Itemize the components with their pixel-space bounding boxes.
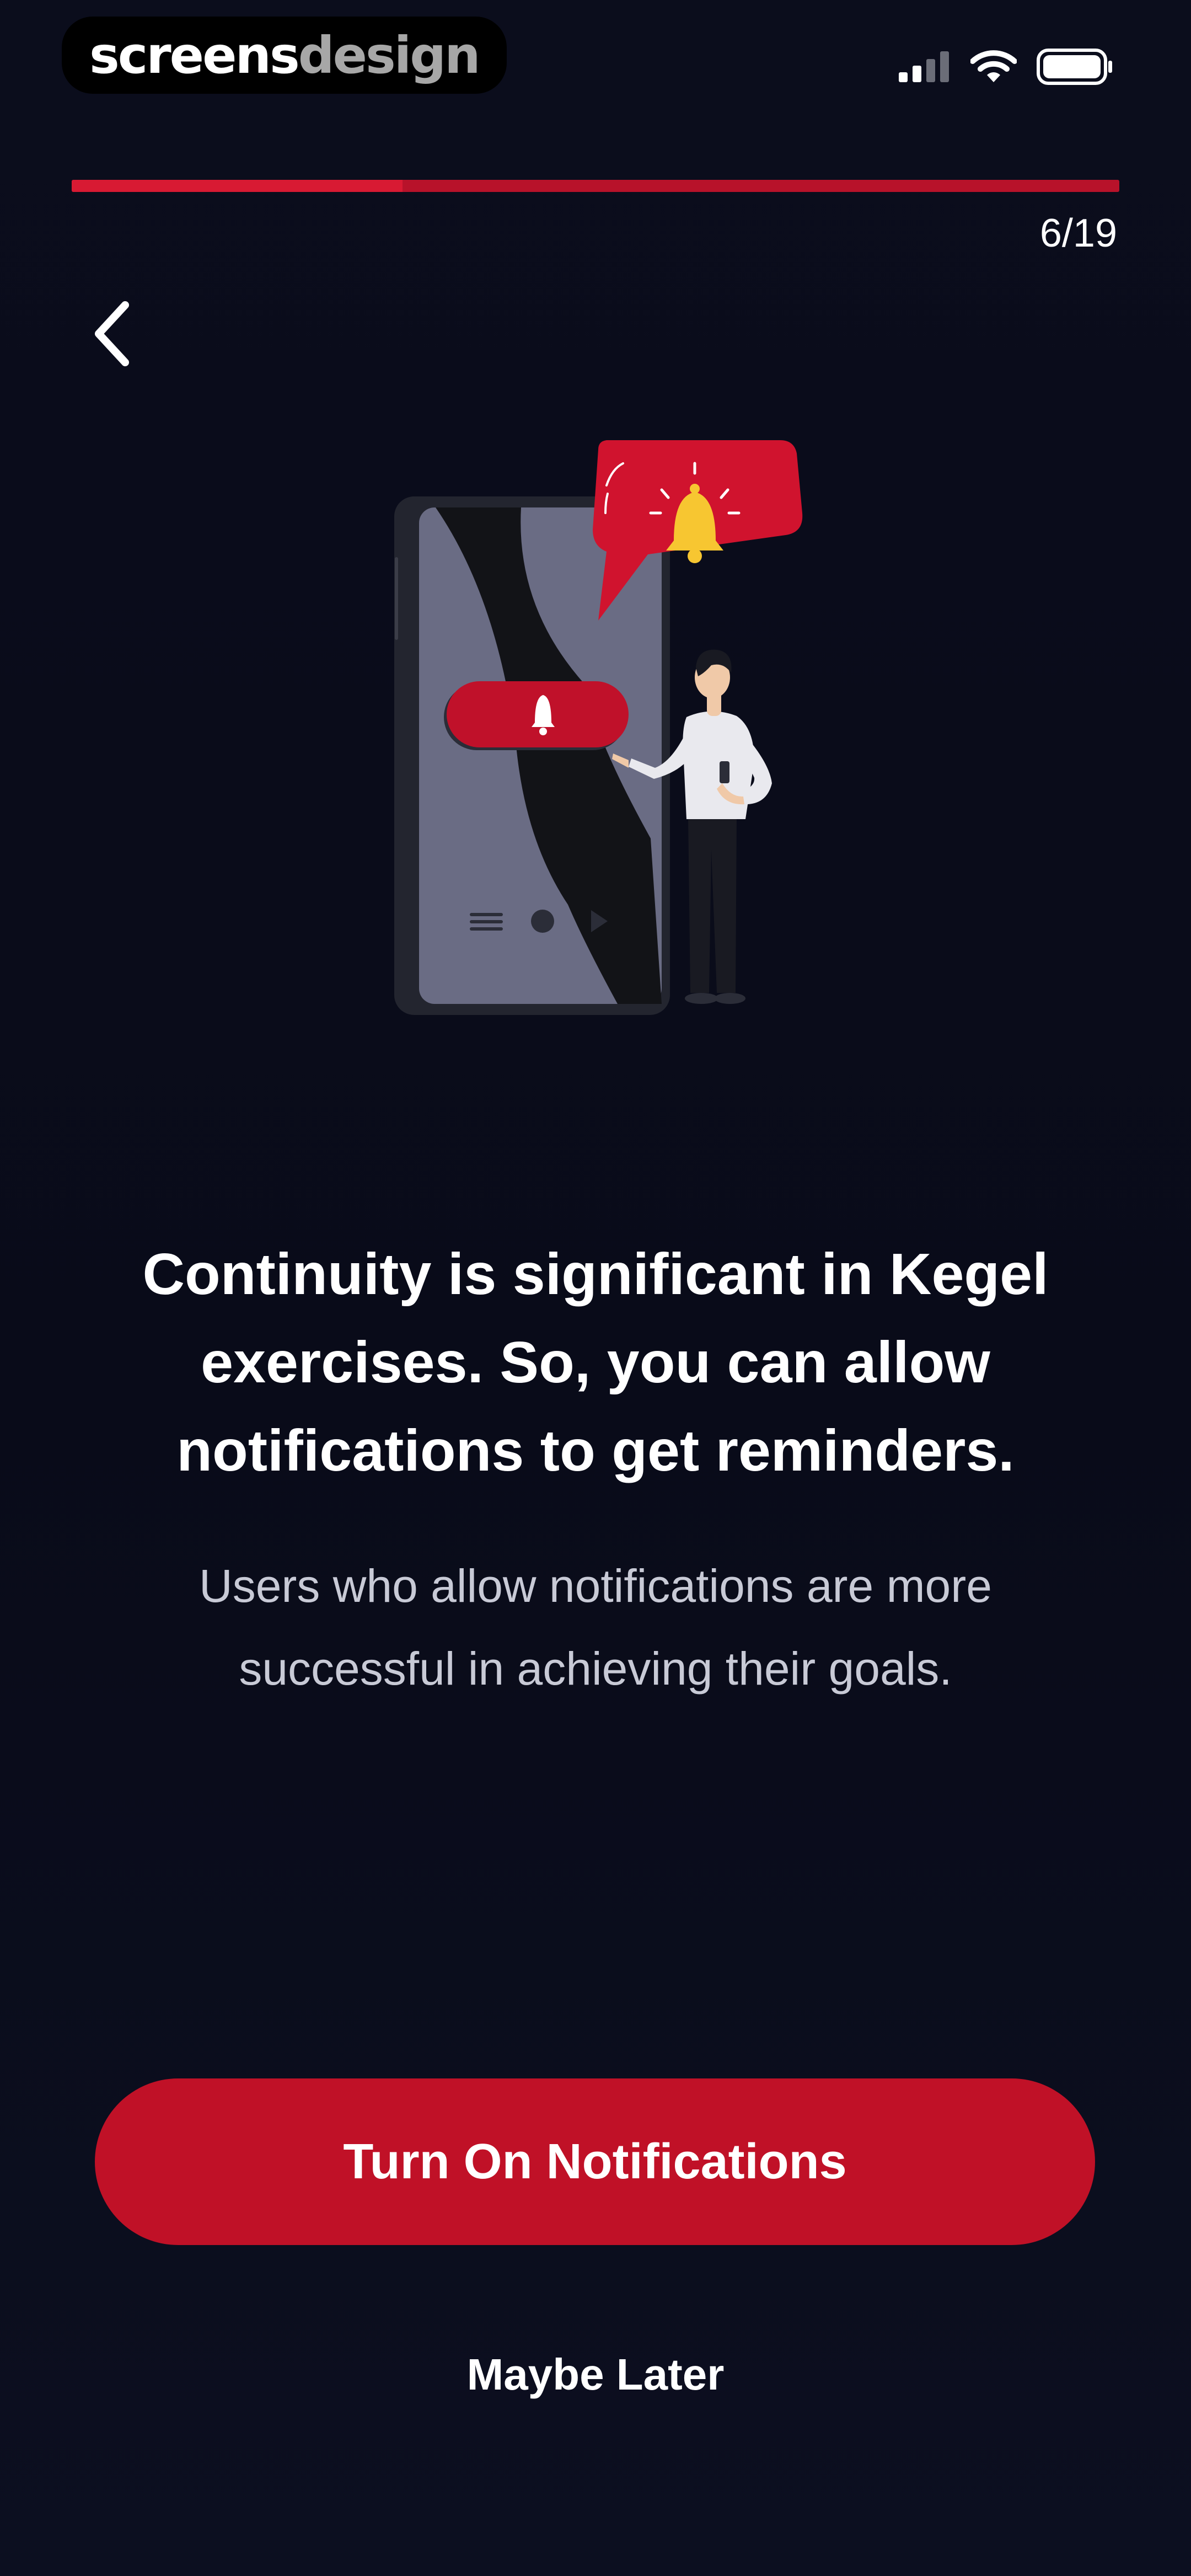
battery-icon xyxy=(1037,49,1112,85)
wifi-icon xyxy=(970,50,1017,82)
step-counter: 6/19 xyxy=(1039,211,1117,255)
signal-icon xyxy=(899,51,949,82)
maybe-later-button[interactable]: Maybe Later xyxy=(320,2328,871,2422)
watermark-part-1: screens xyxy=(89,25,300,85)
screensdesign-watermark: screens design xyxy=(62,17,507,94)
headline: Continuity is significant in Kegel exerc… xyxy=(142,1242,1049,1483)
watermark-part-2: design xyxy=(298,25,481,85)
notification-pill xyxy=(444,681,629,750)
chevron-left-icon xyxy=(95,301,129,366)
back-button[interactable] xyxy=(77,292,149,375)
progress-bar xyxy=(72,180,1119,192)
turn-on-notifications-button[interactable]: Turn On Notifications xyxy=(95,2078,1095,2245)
status-icons xyxy=(898,49,1114,85)
progress-bar-fill xyxy=(72,180,403,192)
subtext: Users who allow notifications are more s… xyxy=(199,1560,992,1695)
status-bar: screens design xyxy=(0,0,1191,121)
notification-illustration xyxy=(386,430,816,1020)
